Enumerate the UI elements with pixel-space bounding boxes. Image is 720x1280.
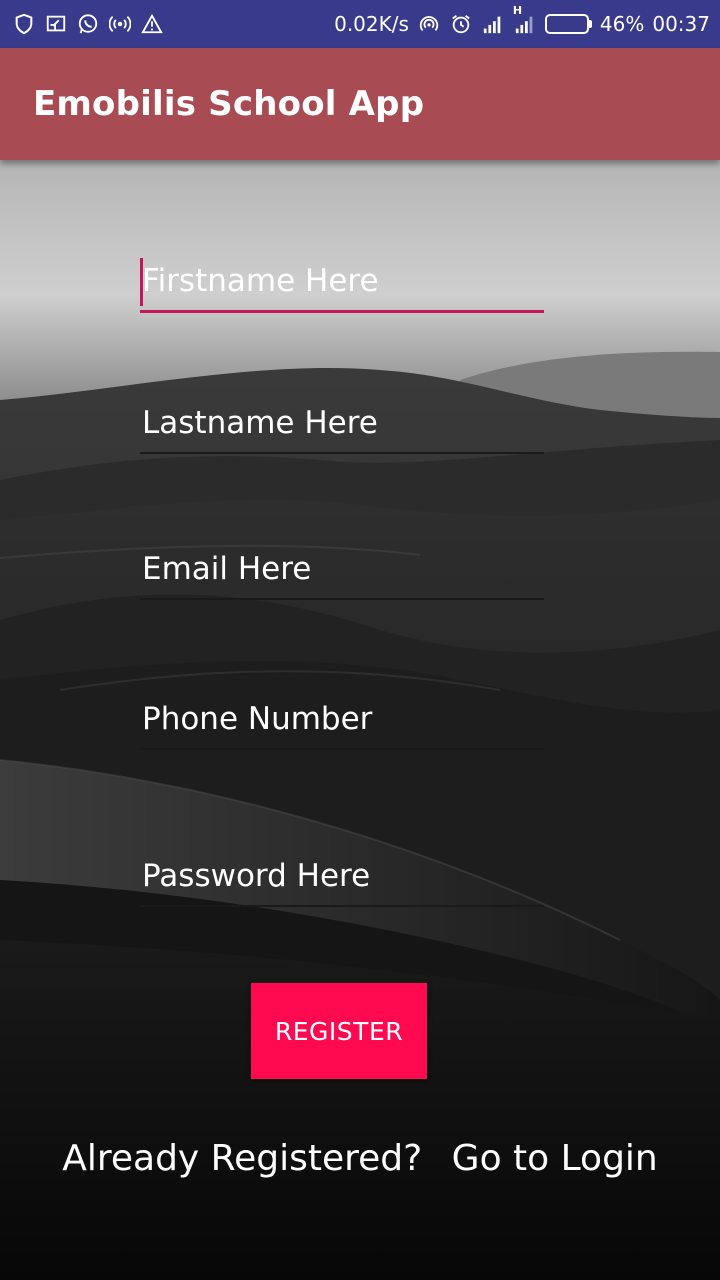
app-title: Emobilis School App <box>33 84 425 124</box>
already-registered-text: Already Registered? <box>62 1138 423 1179</box>
battery-percent: 46% <box>599 12 645 36</box>
phone-underline <box>140 748 544 750</box>
status-bar-left <box>12 12 164 36</box>
warning-icon <box>140 12 164 36</box>
phone-input[interactable] <box>140 696 544 742</box>
battery-icon <box>544 14 592 34</box>
signal-icon <box>481 12 505 36</box>
cast-icon <box>44 12 68 36</box>
email-field[interactable] <box>140 546 544 600</box>
signal-h-icon: H <box>513 4 537 36</box>
hotspot-icon <box>108 12 132 36</box>
status-bar: 0.02K/s H 46% 00:37 <box>0 0 720 48</box>
phone-field[interactable] <box>140 696 544 750</box>
network-speed: 0.02K/s <box>334 12 409 36</box>
clock: 00:37 <box>652 12 710 36</box>
password-field[interactable] <box>140 853 544 907</box>
firstname-field[interactable] <box>140 258 544 313</box>
text-cursor <box>140 258 143 306</box>
email-underline <box>140 598 544 600</box>
firstname-input[interactable] <box>140 258 544 304</box>
status-bar-right: 0.02K/s H 46% 00:37 <box>334 4 710 36</box>
password-input[interactable] <box>140 853 544 899</box>
password-underline <box>140 905 544 907</box>
lastname-underline <box>140 452 544 454</box>
firstname-underline <box>140 310 544 313</box>
alarm-icon <box>449 12 473 36</box>
nfc-icon <box>417 12 441 36</box>
whatsapp-icon <box>76 12 100 36</box>
lastname-field[interactable] <box>140 400 544 454</box>
go-to-login-link[interactable]: Go to Login <box>452 1138 658 1179</box>
email-input[interactable] <box>140 546 544 592</box>
shield-icon <box>12 12 36 36</box>
app-bar: Emobilis School App <box>0 48 720 160</box>
network-type-label: H <box>512 4 523 17</box>
login-prompt: Already Registered? Go to Login <box>0 1138 720 1179</box>
lastname-input[interactable] <box>140 400 544 446</box>
register-button[interactable]: REGISTER <box>251 983 427 1079</box>
